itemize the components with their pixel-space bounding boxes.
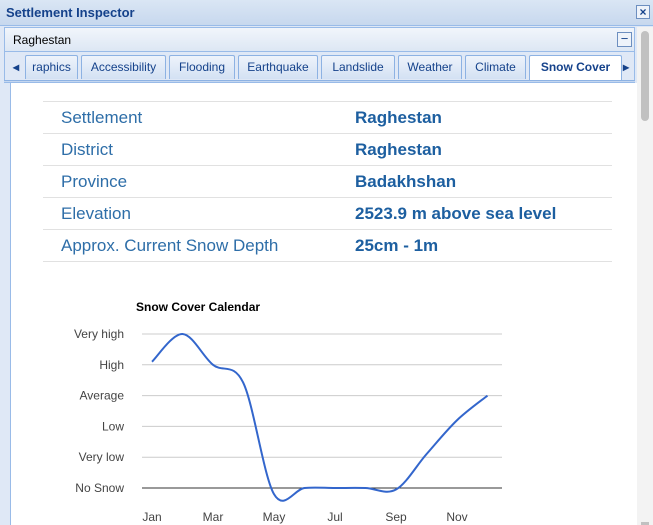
tab-weather[interactable]: Weather	[398, 55, 462, 79]
snow-cover-content: Settlement Raghestan District Raghestan …	[10, 83, 638, 525]
tab-demographics[interactable]: raphics	[25, 55, 78, 79]
settlement-header-bar: Raghestan −	[4, 27, 635, 52]
window-title: Settlement Inspector	[6, 5, 135, 20]
tab-scroll-left-icon[interactable]: ◂	[8, 55, 24, 79]
snow-cover-chart: Snow Cover Calendar No Snow Very low Low Av…	[74, 300, 502, 524]
tab-accessibility[interactable]: Accessibility	[81, 55, 166, 79]
y-tick-label: Low	[102, 419, 124, 433]
scrollbar-thumb[interactable]	[641, 31, 649, 121]
collapse-icon[interactable]: −	[617, 32, 632, 47]
tab-flooding[interactable]: Flooding	[169, 55, 235, 79]
tab-strip: ◂ raphics Accessibility Flooding Earthqu…	[4, 52, 635, 81]
x-tick-label: Mar	[203, 510, 224, 524]
series-line	[151, 332, 489, 502]
window-titlebar: Settlement Inspector ×	[0, 0, 653, 26]
settlement-inspector-panel: Settlement Inspector × Raghestan − ◂ rap…	[0, 0, 653, 525]
x-tick-label: Jan	[142, 510, 161, 524]
y-tick-label: High	[99, 358, 124, 372]
chart-title: Snow Cover Calendar	[136, 300, 260, 314]
close-icon[interactable]: ×	[636, 5, 650, 19]
tab-climate[interactable]: Climate	[465, 55, 526, 79]
tab-earthquake[interactable]: Earthquake	[238, 55, 318, 79]
x-tick-label: Jul	[327, 510, 342, 524]
x-tick-label: Nov	[446, 510, 467, 524]
settlement-header-name: Raghestan	[13, 33, 72, 47]
y-tick-label: No Snow	[75, 481, 124, 495]
y-tick-label: Very high	[74, 327, 124, 341]
tab-snow-cover[interactable]: Snow Cover	[529, 55, 622, 81]
x-tick-label: May	[263, 510, 286, 524]
vertical-scrollbar[interactable]	[637, 27, 653, 525]
tab-landslide[interactable]: Landslide	[321, 55, 395, 79]
y-tick-label: Very low	[79, 450, 125, 464]
tab-scroll-right-icon[interactable]: ▸	[618, 55, 634, 79]
x-tick-label: Sep	[385, 510, 407, 524]
y-tick-label: Average	[80, 389, 125, 403]
